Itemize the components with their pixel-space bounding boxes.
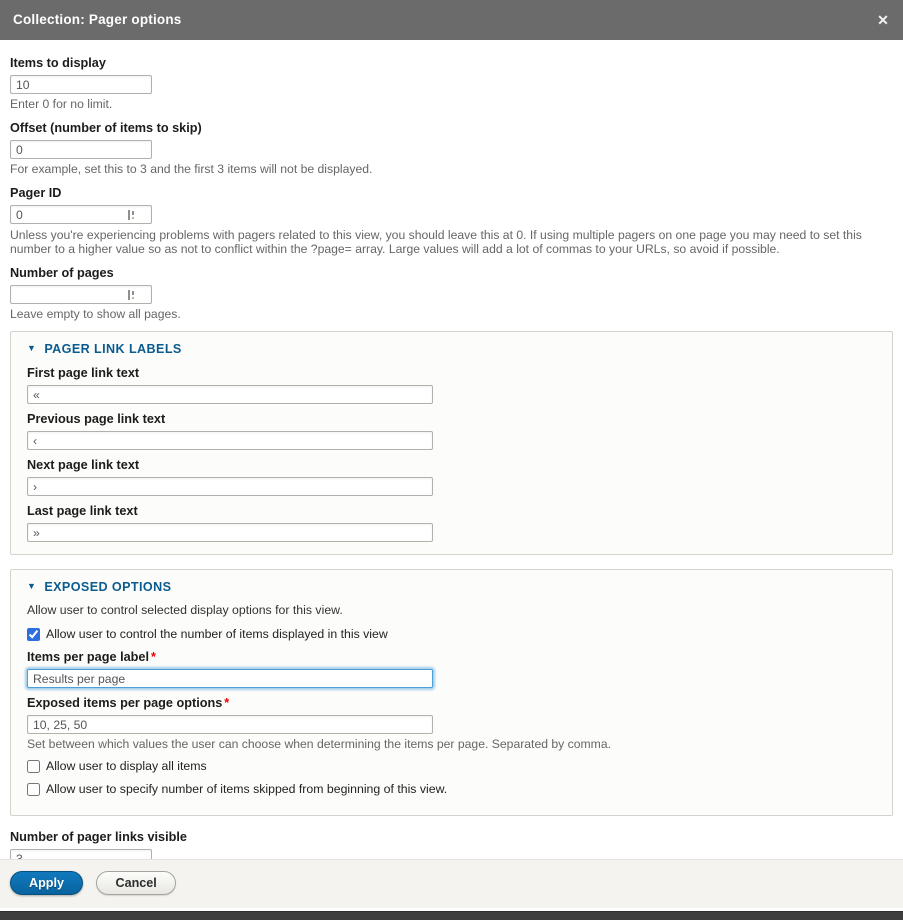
next-page-link-label: Next page link text [27,458,876,473]
exposed-items-options-description: Set between which values the user can ch… [27,738,876,751]
close-icon[interactable]: ✕ [863,0,903,40]
exposed-options-legend-text: EXPOSED OPTIONS [44,580,171,594]
form-item-first-page-link: First page link text [27,366,876,404]
form-item-last-page-link: Last page link text [27,504,876,542]
number-spinner-icon[interactable] [127,289,136,301]
fieldset-pager-link-labels: ▼ PAGER LINK LABELS First page link text… [10,331,893,555]
cancel-button[interactable]: Cancel [96,871,175,895]
collapse-arrow-icon: ▼ [27,581,36,591]
items-to-display-input[interactable] [10,75,152,94]
collapse-arrow-icon: ▼ [27,343,36,353]
pager-link-labels-legend-text: PAGER LINK LABELS [44,342,181,356]
modal-title: Collection: Pager options [0,0,903,40]
last-page-link-label: Last page link text [27,504,876,519]
exposed-options-legend[interactable]: ▼ EXPOSED OPTIONS [27,580,876,594]
last-page-link-input[interactable] [27,523,433,542]
offset-description: For example, set this to 3 and the first… [10,163,893,176]
fieldset-exposed-options: ▼ EXPOSED OPTIONS Allow user to control … [10,569,893,816]
skip-items-checkbox-label: Allow user to specify number of items sk… [46,782,447,796]
pager-id-description: Unless you're experiencing problems with… [10,228,890,256]
exposed-items-options-label: Exposed items per page options* [27,696,876,711]
control-items-checkbox[interactable] [27,628,40,641]
previous-page-link-input[interactable] [27,431,433,450]
items-to-display-description: Enter 0 for no limit. [10,98,893,111]
previous-page-link-label: Previous page link text [27,412,876,427]
number-of-pages-label: Number of pages [10,266,893,281]
items-per-page-label-input[interactable] [27,669,433,688]
display-all-checkbox[interactable] [27,760,40,773]
exposed-options-intro: Allow user to control selected display o… [27,604,876,617]
modal-footer: Apply Cancel [0,859,903,908]
form-item-previous-page-link: Previous page link text [27,412,876,450]
skip-items-checkbox[interactable] [27,783,40,796]
required-asterisk: * [151,650,156,664]
items-to-display-label: Items to display [10,56,893,71]
pager-link-labels-legend[interactable]: ▼ PAGER LINK LABELS [27,342,876,356]
form-item-exposed-items-options: Exposed items per page options* Set betw… [27,696,876,751]
form-item-items-per-page-label: Items per page label* [27,650,876,688]
number-spinner-icon[interactable] [127,209,136,221]
form-item-offset: Offset (number of items to skip) For exa… [10,121,893,176]
form-item-number-of-pages: Number of pages Leave empty to show all … [10,266,893,321]
apply-button[interactable]: Apply [10,871,83,895]
required-asterisk: * [224,696,229,710]
display-all-checkbox-label: Allow user to display all items [46,759,207,773]
pager-links-visible-label: Number of pager links visible [10,830,893,845]
page-background-strip [0,911,903,920]
exposed-items-options-input[interactable] [27,715,433,734]
modal-body: Items to display Enter 0 for no limit. O… [0,40,903,885]
offset-label: Offset (number of items to skip) [10,121,893,136]
checkbox-row-display-all[interactable]: Allow user to display all items [27,759,876,773]
modal-header: Collection: Pager options ✕ [0,0,903,40]
first-page-link-input[interactable] [27,385,433,404]
number-of-pages-description: Leave empty to show all pages. [10,308,893,321]
items-per-page-label-label: Items per page label* [27,650,876,665]
control-items-checkbox-label: Allow user to control the number of item… [46,627,388,641]
form-item-next-page-link: Next page link text [27,458,876,496]
checkbox-row-skip-items[interactable]: Allow user to specify number of items sk… [27,782,876,796]
pager-options-modal: Collection: Pager options ✕ Items to dis… [0,0,903,920]
offset-input[interactable] [10,140,152,159]
pager-id-label: Pager ID [10,186,893,201]
first-page-link-label: First page link text [27,366,876,381]
checkbox-row-control-items[interactable]: Allow user to control the number of item… [27,627,876,641]
form-item-items-to-display: Items to display Enter 0 for no limit. [10,56,893,111]
next-page-link-input[interactable] [27,477,433,496]
form-item-pager-id: Pager ID Unless you're experiencing prob… [10,186,893,256]
